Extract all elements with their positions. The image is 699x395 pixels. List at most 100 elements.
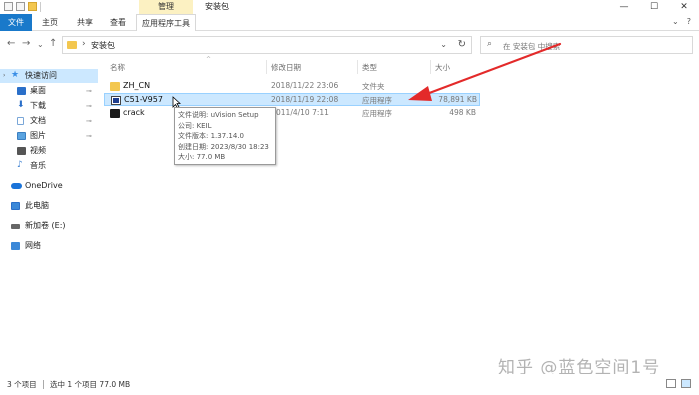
nav-network[interactable]: 网络 [0, 239, 98, 253]
column-header-size[interactable]: 大小 [435, 62, 450, 73]
help-icon[interactable]: ? [687, 17, 691, 26]
table-row[interactable]: crack 011/4/10 7:11 应用程序 498 KB [104, 107, 480, 120]
breadcrumb-separator[interactable]: › [82, 39, 86, 49]
forward-button[interactable]: → [22, 38, 30, 49]
file-size: 498 KB [449, 108, 476, 117]
file-name: crack [123, 108, 145, 117]
ribbon-tabs: 文件 主页 共享 查看 应用程序工具 ⌄ ? [0, 14, 699, 31]
ribbon-collapse-icon[interactable]: ⌄ [672, 17, 679, 26]
tooltip-company: 公司: KEIL [178, 121, 212, 130]
file-modified: 2018/11/22 23:06 [271, 81, 339, 90]
music-icon: ♪ [17, 160, 23, 170]
nav-quick-access[interactable]: › ★ 快速访问 [0, 69, 98, 83]
tab-share[interactable]: 共享 [73, 14, 97, 31]
minimize-button[interactable]: — [609, 0, 639, 14]
window-title: 安装包 [205, 2, 229, 11]
selection-info: 选中 1 个项目 77.0 MB [50, 380, 131, 389]
nav-this-pc[interactable]: 此电脑 [0, 199, 98, 213]
pin-icon: ⊸ [86, 117, 92, 125]
download-icon: ⬇ [17, 100, 25, 110]
search-input[interactable]: 在 安装包 中搜索 [503, 41, 560, 52]
window-controls: — ☐ ✕ [609, 0, 699, 14]
address-bar[interactable]: › 安装包 ⌄ ↻ [62, 36, 472, 54]
column-header-type[interactable]: 类型 [362, 62, 377, 73]
nav-label: 新加卷 (E:) [25, 221, 66, 230]
file-name: ZH_CN [123, 81, 151, 90]
folder-icon [110, 82, 120, 91]
column-divider[interactable] [266, 60, 267, 74]
details-view-icon[interactable] [666, 379, 676, 388]
nav-drive-e[interactable]: 新加卷 (E:) [0, 219, 98, 233]
file-modified: 011/4/10 7:11 [276, 108, 329, 117]
search-icon: ⌕ [487, 39, 493, 49]
tab-file[interactable]: 文件 [0, 14, 32, 31]
large-icons-view-icon[interactable] [681, 379, 691, 388]
computer-icon [11, 202, 20, 210]
back-button[interactable]: ← [7, 38, 15, 49]
file-type: 文件夹 [362, 82, 385, 91]
network-icon [11, 242, 20, 250]
column-header-modified[interactable]: 修改日期 [271, 62, 301, 73]
nav-label: 下载 [30, 101, 46, 110]
title-bar: 管理 安装包 — ☐ ✕ [0, 0, 699, 14]
checkbox-icon[interactable] [16, 2, 25, 11]
pin-icon: ⊸ [86, 87, 92, 95]
close-button[interactable]: ✕ [669, 0, 699, 14]
tab-application-tools[interactable]: 应用程序工具 [136, 14, 196, 31]
expand-chevron-icon[interactable]: › [3, 69, 5, 83]
sort-indicator-icon: ^ [206, 56, 212, 63]
star-icon: ★ [11, 70, 20, 80]
search-box[interactable]: ⌕ 在 安装包 中搜索 [480, 36, 693, 54]
file-list: ^ 名称 修改日期 类型 大小 ZH_CN 2018/11/22 23:06 文… [104, 56, 699, 374]
column-divider[interactable] [357, 60, 358, 74]
nav-label: OneDrive [25, 181, 63, 190]
nav-label: 文档 [30, 116, 46, 125]
file-modified: 2018/11/19 22:08 [271, 95, 339, 104]
nav-label: 此电脑 [25, 201, 49, 210]
table-row[interactable]: C51-V957 2018/11/19 22:08 应用程序 78,891 KB [104, 93, 480, 106]
tooltip-created: 创建日期: 2023/8/30 18:23 [178, 142, 269, 151]
recent-locations-button[interactable]: ⌄ [37, 40, 44, 49]
nav-pictures[interactable]: 图片 ⊸ [0, 129, 98, 143]
manage-contextual-tab[interactable]: 管理 [139, 0, 193, 14]
table-row[interactable]: ZH_CN 2018/11/22 23:06 文件夹 [104, 80, 480, 93]
tooltip-version: 文件版本: 1.37.14.0 [178, 132, 244, 140]
application-icon [111, 96, 121, 105]
file-name: C51-V957 [124, 95, 163, 104]
file-info-tooltip: 文件说明: uVision Setup 公司: KEIL 文件版本: 1.37.… [174, 107, 276, 165]
tab-view[interactable]: 查看 [106, 14, 130, 31]
file-type: 应用程序 [362, 96, 392, 105]
column-divider[interactable] [430, 60, 431, 74]
new-folder-icon[interactable] [28, 2, 37, 11]
tooltip-size: 大小: 77.0 MB [178, 153, 226, 161]
nav-label: 快速访问 [25, 71, 57, 80]
desktop-icon [17, 87, 26, 95]
breadcrumb-item[interactable]: 安装包 [91, 40, 115, 51]
maximize-button[interactable]: ☐ [639, 0, 669, 14]
nav-documents[interactable]: 文档 ⊸ [0, 114, 98, 128]
status-divider [43, 380, 44, 389]
up-button[interactable]: ↑ [49, 38, 57, 49]
refresh-icon[interactable]: ↻ [458, 39, 466, 50]
nav-label: 音乐 [30, 161, 46, 170]
picture-icon [17, 132, 26, 140]
nav-desktop[interactable]: 桌面 ⊸ [0, 84, 98, 98]
address-dropdown-icon[interactable]: ⌄ [440, 40, 447, 49]
nav-downloads[interactable]: ⬇ 下载 ⊸ [0, 99, 98, 113]
item-count: 3 个项目 [7, 380, 37, 389]
nav-label: 图片 [30, 131, 46, 140]
navigation-pane: › ★ 快速访问 桌面 ⊸ ⬇ 下载 ⊸ 文档 ⊸ 图片 ⊸ 视频 ♪ 音乐 O… [0, 62, 98, 374]
status-bar: 3 个项目 选中 1 个项目 77.0 MB [0, 374, 699, 395]
pin-icon: ⊸ [86, 102, 92, 110]
nav-onedrive[interactable]: OneDrive [0, 179, 98, 193]
video-icon [17, 147, 26, 155]
toolbar-divider [40, 2, 41, 12]
tab-home[interactable]: 主页 [38, 14, 62, 31]
column-header-name[interactable]: 名称 [110, 62, 125, 73]
file-size: 78,891 KB [438, 95, 477, 104]
nav-label: 桌面 [30, 86, 46, 95]
document-icon [17, 117, 24, 125]
properties-icon[interactable] [4, 2, 13, 11]
nav-music[interactable]: ♪ 音乐 [0, 159, 98, 173]
nav-videos[interactable]: 视频 [0, 144, 98, 158]
